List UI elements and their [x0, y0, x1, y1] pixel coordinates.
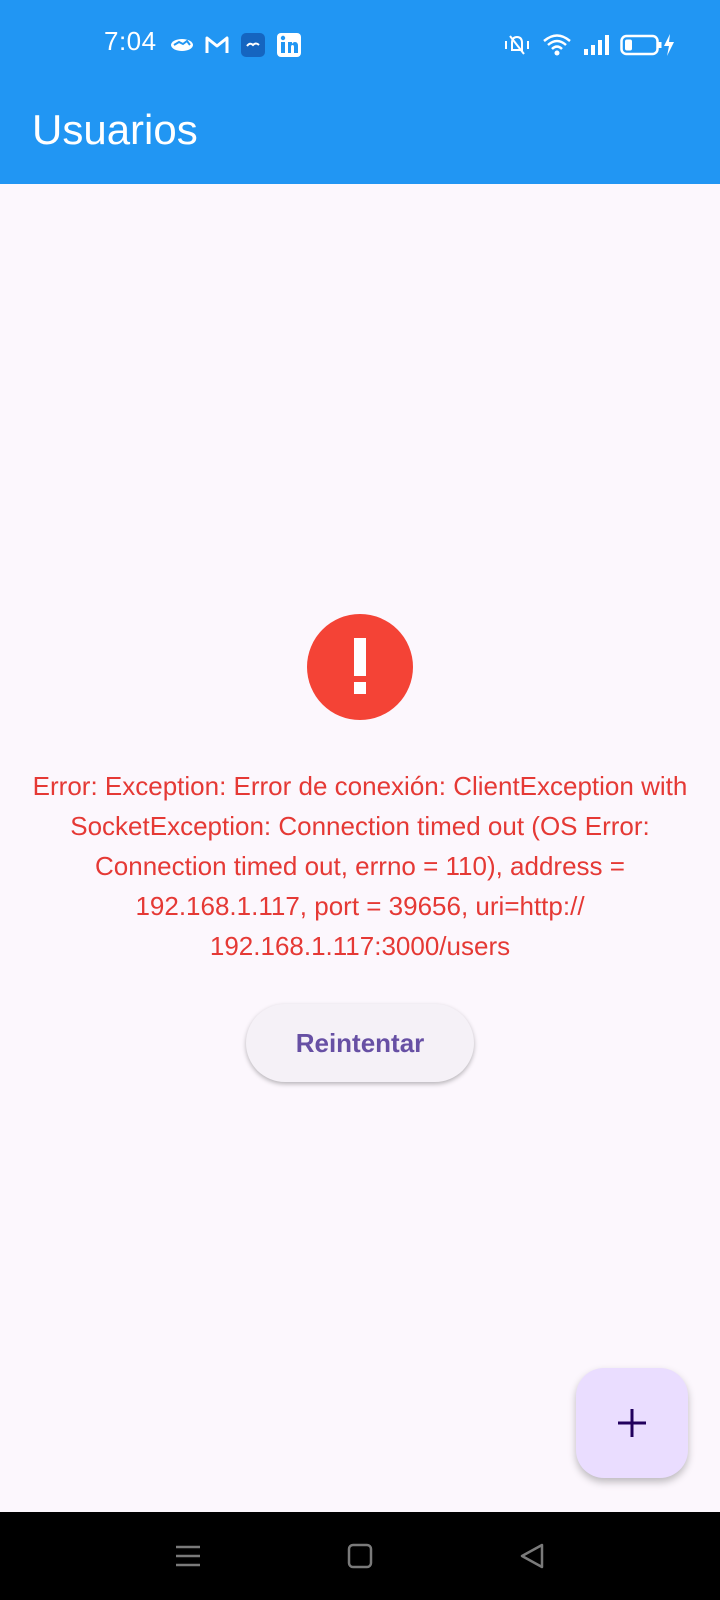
notification-icons: [170, 30, 302, 60]
home-icon[interactable]: [338, 1534, 382, 1578]
add-user-button[interactable]: [576, 1368, 688, 1478]
status-time: 7:04: [104, 26, 157, 56]
menu-icon[interactable]: [166, 1534, 210, 1578]
system-nav-bar: [0, 1512, 720, 1600]
wifi-icon: [542, 32, 572, 58]
chat-app-icon: [240, 32, 266, 58]
status-bar: 7:04: [0, 0, 720, 90]
vibrate-icon: [502, 32, 532, 58]
handshake-icon: [170, 35, 194, 55]
back-icon[interactable]: [510, 1534, 554, 1578]
linkedin-icon: [276, 32, 302, 58]
add-icon: [615, 1406, 649, 1440]
page-title: Usuarios: [32, 106, 198, 153]
signal-icon: [582, 33, 610, 57]
battery-charging-icon: [620, 32, 676, 58]
error-message: Error: Exception: Error de conexión: Cli…: [32, 771, 688, 961]
app-bar: Usuarios: [0, 90, 720, 184]
retry-button[interactable]: Reintentar: [246, 1004, 474, 1082]
error-icon: [307, 614, 413, 720]
system-icons: [502, 28, 676, 62]
gmail-icon: [204, 34, 230, 56]
